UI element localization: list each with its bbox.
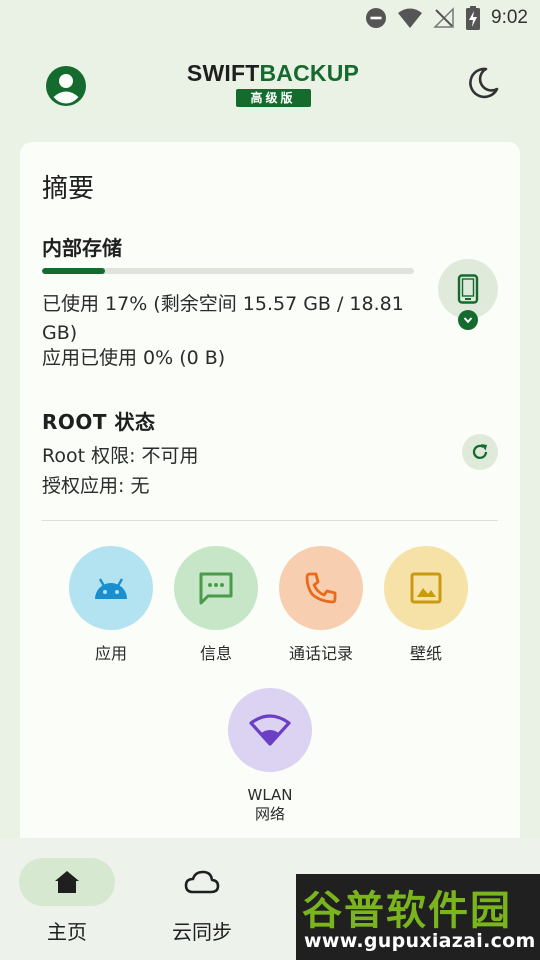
nav-item-cloud-sync[interactable]: 云同步: [147, 858, 257, 945]
apps-icon-circle: [69, 546, 153, 630]
phone-icon: [305, 572, 337, 604]
category-messages[interactable]: 信息: [161, 546, 271, 663]
summary-card: 摘要 内部存储 已使用 17% (剩余空间 15.57 GB / 18.81 G…: [20, 142, 520, 862]
dark-mode-icon[interactable]: [466, 66, 500, 100]
category-apps[interactable]: 应用: [56, 546, 166, 663]
app-usage-text: 应用已使用 0% (0 B): [42, 347, 226, 369]
premium-badge: 高级版: [235, 89, 311, 107]
category-label: 应用: [94, 644, 127, 663]
root-status-title: ROOT 状态: [42, 410, 156, 434]
wifi-icon: [249, 714, 291, 746]
wallpapers-icon-circle: [384, 546, 468, 630]
category-label: 信息: [199, 644, 232, 663]
messages-icon-circle: [174, 546, 258, 630]
watermark-title: 谷普软件园: [302, 888, 512, 934]
storage-progress-fill: [42, 268, 106, 274]
logo-backup-text: BACKUP: [259, 60, 360, 86]
message-icon: [199, 572, 233, 605]
wlan-icon-circle: [228, 688, 312, 772]
chevron-down-icon[interactable]: [458, 310, 478, 330]
call-logs-icon-circle: [279, 546, 363, 630]
app-header: SWIFTBACKUP 高级版: [0, 52, 540, 122]
category-wlan[interactable]: WLAN 网络: [215, 688, 325, 824]
app-logo: SWIFTBACKUP 高级版: [186, 60, 360, 107]
status-time: 9:02: [491, 7, 528, 28]
summary-title: 摘要: [42, 174, 95, 204]
battery-charging-icon: [466, 6, 481, 30]
do-not-disturb-icon: [366, 8, 387, 28]
authorized-apps-text: 授权应用: 无: [42, 475, 150, 497]
no-signal-icon: [433, 7, 454, 28]
status-bar: 9:02: [0, 0, 540, 36]
wallpaper-icon: [410, 572, 442, 604]
phone-device-icon: [457, 274, 479, 304]
nav-item-home[interactable]: 主页: [12, 858, 122, 945]
refresh-icon: [472, 444, 488, 459]
category-wallpapers[interactable]: 壁纸: [371, 546, 481, 663]
section-divider: [42, 520, 498, 521]
nav-cloud-pill: [154, 858, 250, 906]
category-call-logs[interactable]: 通话记录: [266, 546, 376, 663]
category-label: 通话记录: [288, 644, 353, 663]
watermark-logo: 谷普软件园 www.gupuxiazai.com: [296, 874, 540, 960]
storage-title: 内部存储: [42, 236, 122, 260]
cloud-icon: [184, 870, 220, 894]
category-label: 壁纸: [409, 644, 442, 663]
nav-home-pill: [19, 858, 115, 906]
watermark-url: www.gupuxiazai.com: [304, 930, 536, 952]
refresh-button[interactable]: [462, 434, 498, 470]
android-icon: [95, 578, 127, 599]
storage-progress-bar: [42, 268, 414, 274]
logo-swift-text: SWIFT: [186, 60, 260, 86]
nav-home-label: 主页: [47, 920, 87, 944]
nav-cloud-label: 云同步: [172, 920, 232, 944]
home-icon: [55, 871, 79, 893]
wifi-signal-icon: [398, 8, 423, 28]
status-icons: 9:02: [365, 6, 528, 30]
root-permission-text: Root 权限: 不可用: [42, 445, 199, 467]
storage-usage-text: 已使用 17% (剩余空间 15.57 GB / 18.81 GB): [42, 293, 404, 344]
account-icon[interactable]: [44, 64, 88, 108]
category-label: WLAN 网络: [247, 786, 293, 823]
